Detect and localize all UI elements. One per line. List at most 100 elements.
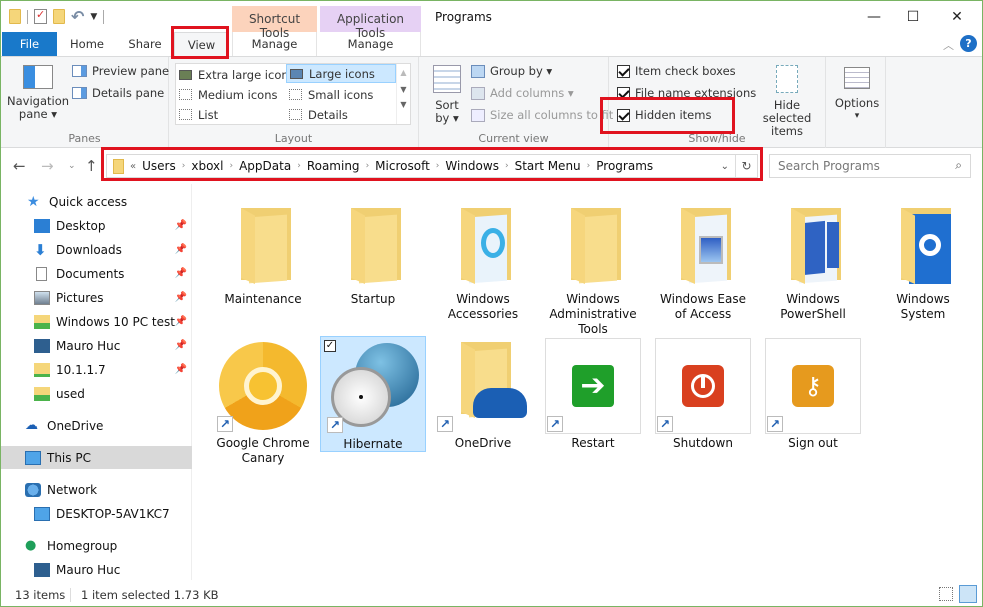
nav-windows-10-pc-test[interactable]: Windows 10 PC test 📌 bbox=[1, 310, 192, 333]
pin-icon[interactable]: 📌 bbox=[175, 316, 187, 327]
pin-icon[interactable]: 📌 bbox=[175, 244, 187, 255]
tab-application-manage[interactable]: Manage bbox=[320, 32, 421, 56]
options-button[interactable]: Options ▾ bbox=[830, 67, 884, 123]
pin-icon[interactable]: 📌 bbox=[175, 292, 187, 303]
scroll-down-icon[interactable]: ▼ bbox=[397, 85, 410, 94]
pin-icon[interactable]: 📌 bbox=[175, 268, 187, 279]
nav-documents[interactable]: Documents 📌 bbox=[1, 262, 192, 285]
address-dropdown-icon[interactable]: ⌄ bbox=[721, 161, 729, 172]
sort-by-button[interactable]: Sort by ▾ bbox=[429, 65, 465, 125]
address-bar[interactable]: « Users › xboxl › AppData › Roaming › Micros… bbox=[106, 154, 758, 178]
hide-selected-items-button[interactable]: Hide selected items bbox=[749, 65, 825, 138]
tab-shortcut-manage[interactable]: Manage bbox=[232, 32, 317, 56]
nav-label: Mauro Huc bbox=[56, 338, 121, 353]
pin-icon[interactable]: 📌 bbox=[175, 364, 187, 375]
layout-small-icons[interactable]: Small icons bbox=[286, 85, 396, 104]
panes-group: Navigation pane ▾ Preview pane Details p… bbox=[1, 57, 169, 148]
nav-desktop-5av1kc7[interactable]: DESKTOP-5AV1KC7 bbox=[1, 502, 192, 525]
file-item[interactable]: Windows PowerShell bbox=[765, 194, 861, 322]
breadcrumb-item[interactable]: Roaming bbox=[301, 159, 366, 173]
recent-locations-icon[interactable]: ⌄ bbox=[68, 161, 76, 171]
checkbox-checked-icon[interactable] bbox=[617, 108, 630, 122]
nav-homegroup-mauro-huc[interactable]: Mauro Huc bbox=[1, 558, 192, 581]
nav-mauro-huc[interactable]: Mauro Huc 📌 bbox=[1, 334, 192, 357]
minimize-ribbon-icon[interactable]: ︿ bbox=[943, 37, 954, 53]
nav-homegroup[interactable]: ● Homegroup bbox=[1, 534, 192, 557]
size-columns-button[interactable]: Size all columns to fit bbox=[471, 108, 613, 122]
expand-gallery-icon[interactable]: ▼ bbox=[397, 100, 410, 109]
file-item[interactable]: ↗ Google Chrome Canary bbox=[215, 338, 311, 466]
pin-icon[interactable]: 📌 bbox=[175, 340, 187, 351]
nav-desktop[interactable]: Desktop 📌 bbox=[1, 214, 192, 237]
customize-toolbar-icon[interactable]: ▼ bbox=[90, 12, 97, 22]
search-input[interactable]: Search Programs ⌕ bbox=[769, 154, 971, 178]
nav-10-1-1-7[interactable]: 10.1.1.7 📌 bbox=[1, 358, 192, 381]
file-item-selected[interactable]: ↗ Hibernate ✓ bbox=[320, 336, 426, 452]
file-item[interactable]: ↗ OneDrive bbox=[435, 338, 531, 451]
file-item[interactable]: ↗ Shutdown bbox=[655, 338, 751, 451]
file-item[interactable]: Windows Accessories bbox=[435, 194, 531, 322]
pin-icon[interactable]: 📌 bbox=[175, 220, 187, 231]
details-pane-button[interactable]: Details pane bbox=[72, 86, 164, 100]
address-row: ← → ⌄ ↑ « Users › xboxl › AppData › Roaming… bbox=[1, 149, 982, 183]
layout-medium-icons[interactable]: Medium icons bbox=[176, 85, 286, 104]
layout-list[interactable]: List bbox=[176, 105, 286, 124]
item-check-boxes-toggle[interactable]: Item check boxes bbox=[617, 64, 736, 78]
back-button[interactable]: ← bbox=[13, 157, 26, 175]
tab-file[interactable]: File bbox=[2, 32, 57, 56]
file-item[interactable]: Maintenance bbox=[215, 194, 311, 307]
layout-extra-large-icons[interactable]: Extra large icons bbox=[176, 65, 295, 84]
maximize-button[interactable]: ☐ bbox=[890, 4, 936, 30]
navigation-pane-button[interactable]: Navigation pane ▾ bbox=[7, 65, 69, 121]
scroll-up-icon[interactable]: ▲ bbox=[397, 68, 410, 77]
undo-icon[interactable]: ↶ bbox=[71, 7, 84, 26]
nav-network[interactable]: Network bbox=[1, 478, 192, 501]
file-item[interactable]: Windows System bbox=[875, 194, 971, 322]
checkbox-checked-icon[interactable] bbox=[617, 64, 630, 78]
hidden-items-toggle[interactable]: Hidden items bbox=[617, 108, 711, 122]
refresh-icon[interactable]: ↻ bbox=[735, 155, 757, 177]
breadcrumb-item[interactable]: Windows bbox=[439, 159, 505, 173]
file-name-extensions-toggle[interactable]: File name extensions bbox=[617, 86, 756, 100]
file-item[interactable]: ➔ ↗ Restart bbox=[545, 338, 641, 451]
breadcrumb-item[interactable]: AppData bbox=[233, 159, 297, 173]
tab-share[interactable]: Share bbox=[121, 32, 169, 56]
nav-pictures[interactable]: Pictures 📌 bbox=[1, 286, 192, 309]
tab-view[interactable]: View bbox=[174, 32, 229, 56]
tab-home[interactable]: Home bbox=[63, 32, 111, 56]
close-button[interactable]: ✕ bbox=[934, 4, 980, 30]
layout-details[interactable]: Details bbox=[286, 105, 396, 124]
new-folder-icon[interactable] bbox=[53, 9, 65, 24]
nav-used[interactable]: used bbox=[1, 382, 192, 405]
properties-icon[interactable] bbox=[34, 8, 47, 24]
breadcrumb-item[interactable]: Microsoft bbox=[369, 159, 436, 173]
group-by-button[interactable]: Group by ▾ bbox=[471, 64, 552, 78]
quick-access-toolbar: ↶ ▼ bbox=[9, 7, 105, 26]
layout-item-label: Medium icons bbox=[198, 87, 278, 102]
nav-onedrive[interactable]: ☁ OneDrive bbox=[1, 414, 192, 437]
layout-gallery-scroll[interactable]: ▲ ▼ ▼ bbox=[396, 64, 410, 124]
file-item[interactable]: Startup bbox=[325, 194, 421, 307]
layout-large-icons[interactable]: Large icons bbox=[286, 64, 396, 83]
add-columns-button[interactable]: Add columns ▾ bbox=[471, 86, 574, 100]
breadcrumb-item[interactable]: Start Menu bbox=[509, 159, 587, 173]
up-button[interactable]: ↑ bbox=[85, 157, 98, 175]
breadcrumb-item[interactable]: Programs bbox=[590, 159, 659, 173]
forward-button[interactable]: → bbox=[41, 157, 54, 175]
breadcrumb-item[interactable]: xboxl bbox=[185, 159, 229, 173]
nav-downloads[interactable]: ⬇ Downloads 📌 bbox=[1, 238, 192, 261]
file-item[interactable]: Windows Ease of Access bbox=[655, 194, 751, 322]
chrome-canary-icon: ↗ bbox=[215, 338, 311, 434]
search-icon[interactable]: ⌕ bbox=[955, 158, 962, 173]
preview-pane-button[interactable]: Preview pane bbox=[72, 64, 169, 78]
help-icon[interactable]: ? bbox=[960, 35, 977, 52]
details-view-icon[interactable] bbox=[939, 587, 953, 601]
file-item[interactable]: ⚷ ↗ Sign out bbox=[765, 338, 861, 451]
checkbox-checked-icon[interactable] bbox=[617, 86, 630, 100]
large-icons-view-icon[interactable] bbox=[959, 585, 977, 603]
breadcrumb-item[interactable]: Users bbox=[136, 159, 182, 173]
file-item[interactable]: Windows Administrative Tools bbox=[545, 194, 641, 337]
nav-this-pc[interactable]: This PC bbox=[1, 446, 192, 469]
item-checkbox-checked[interactable]: ✓ bbox=[324, 340, 336, 352]
nav-quick-access[interactable]: ★ Quick access bbox=[1, 190, 192, 213]
